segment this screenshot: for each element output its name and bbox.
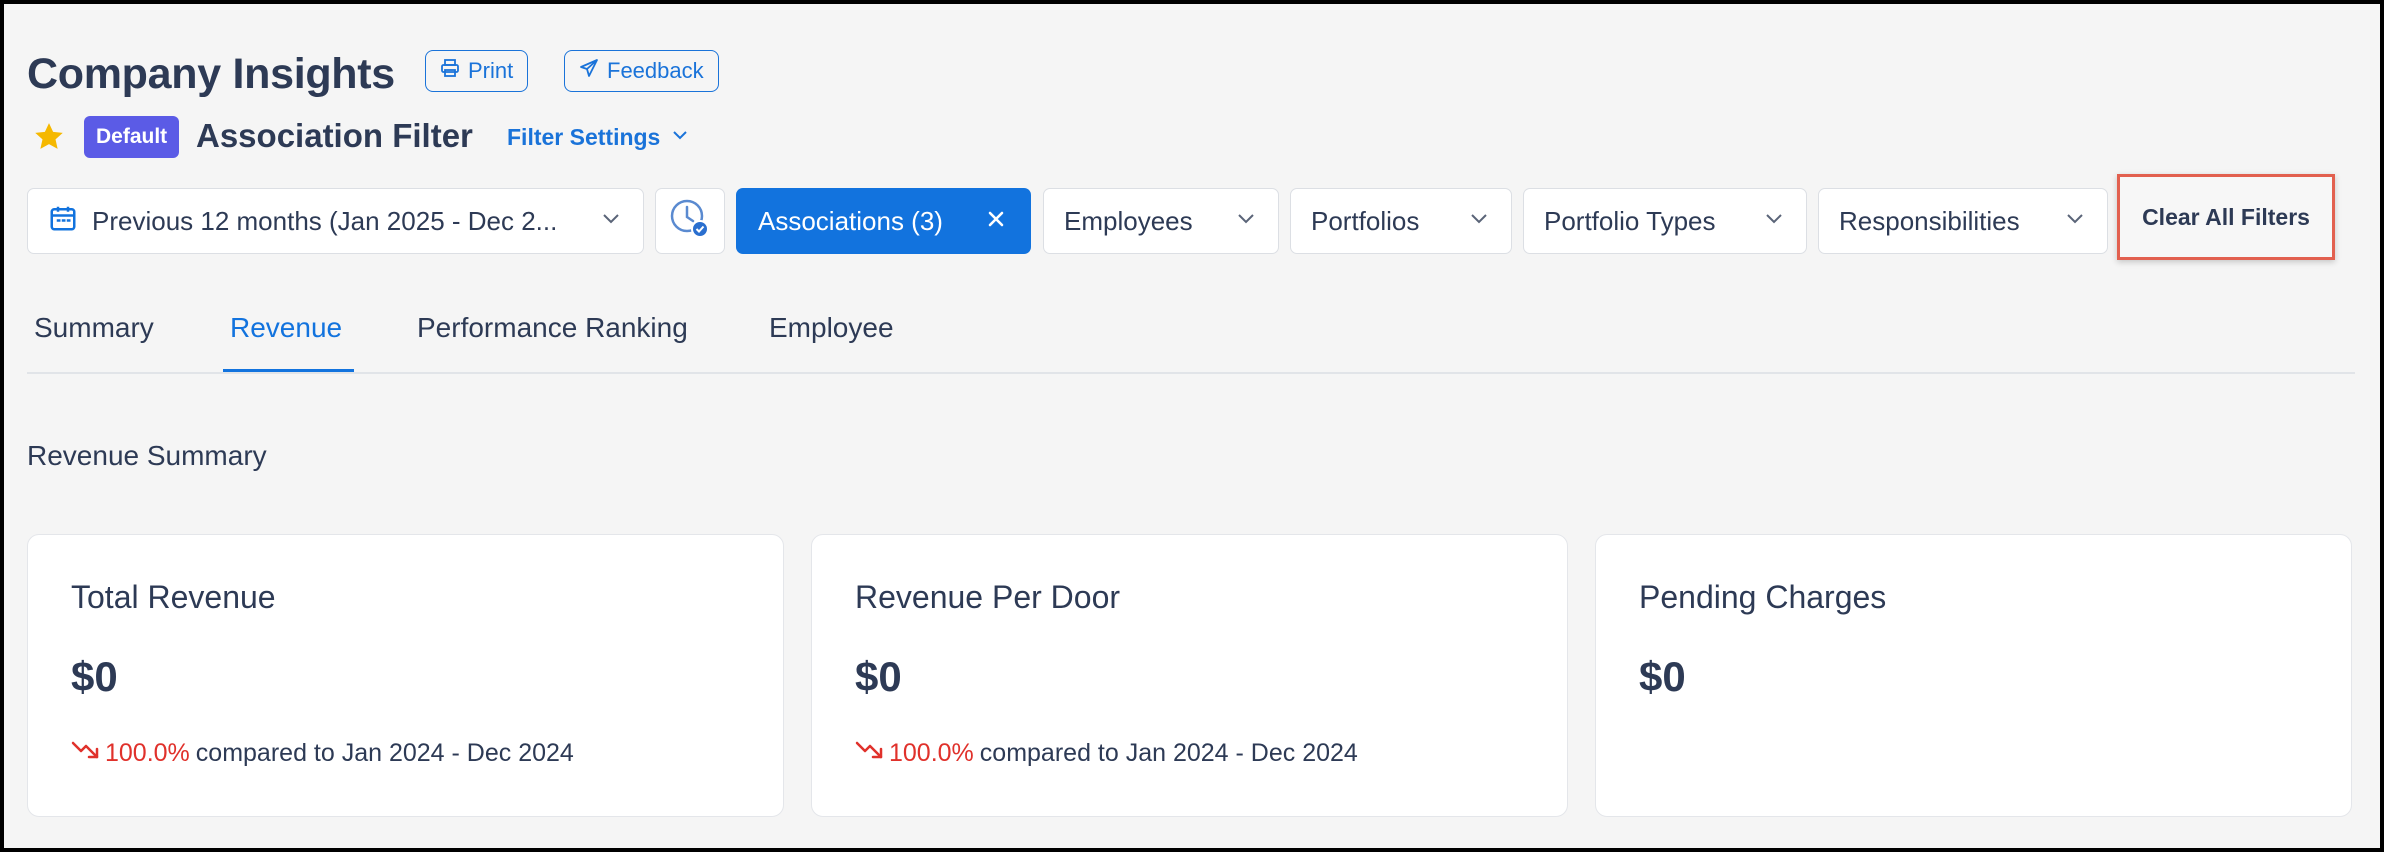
employees-dropdown[interactable]: Employees: [1043, 188, 1279, 254]
tab-summary[interactable]: Summary: [34, 312, 154, 344]
chevron-down-icon: [1234, 206, 1258, 237]
portfolio-types-label: Portfolio Types: [1544, 205, 1716, 236]
employees-label: Employees: [1064, 205, 1193, 236]
comparison-text: compared to Jan 2024 - Dec 2024: [195, 739, 574, 767]
filter-settings-label: Filter Settings: [507, 124, 661, 150]
date-history-button[interactable]: [655, 188, 725, 254]
card-title: Pending Charges: [1639, 579, 1887, 615]
clock-check-icon: [667, 196, 713, 247]
close-icon[interactable]: [985, 206, 1007, 237]
section-title: Revenue Summary: [27, 440, 267, 471]
revenue-per-door-card: Revenue Per Door $0 100.0% compared to J…: [811, 534, 1568, 817]
page-title: Company Insights: [27, 50, 395, 98]
print-button[interactable]: Print: [425, 50, 529, 92]
chevron-down-icon: [1467, 206, 1491, 237]
feedback-button[interactable]: Feedback: [564, 50, 719, 92]
printer-icon: [440, 58, 460, 84]
clear-all-filters-button[interactable]: Clear All Filters: [2117, 174, 2335, 260]
responsibilities-label: Responsibilities: [1839, 205, 2020, 236]
chevron-down-icon: [2063, 206, 2087, 237]
chevron-down-icon: [599, 206, 623, 237]
active-tab-indicator: [223, 369, 354, 372]
date-range-label: Previous 12 months (Jan 2025 - Dec 2...: [92, 205, 558, 236]
card-comparison: 100.0% compared to Jan 2024 - Dec 2024: [855, 739, 1358, 768]
chevron-down-icon: [670, 124, 690, 151]
responsibilities-dropdown[interactable]: Responsibilities: [1818, 188, 2108, 254]
chevron-down-icon: [1762, 206, 1786, 237]
trend-down-icon: [71, 739, 99, 768]
tab-performance-ranking[interactable]: Performance Ranking: [417, 312, 688, 344]
tab-revenue[interactable]: Revenue: [230, 312, 342, 344]
portfolios-label: Portfolios: [1311, 205, 1420, 236]
date-range-dropdown[interactable]: Previous 12 months (Jan 2025 - Dec 2...: [27, 188, 644, 254]
card-title: Revenue Per Door: [855, 579, 1121, 615]
send-icon: [579, 58, 599, 84]
print-label: Print: [468, 58, 514, 83]
default-badge: Default: [84, 116, 180, 158]
pending-charges-card: Pending Charges $0: [1595, 534, 2352, 817]
total-revenue-card: Total Revenue $0 100.0% compared to Jan …: [27, 534, 784, 817]
card-value: $0: [1639, 653, 1686, 700]
app-frame: Company Insights Print Feedback Default …: [4, 4, 2380, 848]
card-title: Total Revenue: [71, 579, 276, 615]
trend-down-icon: [855, 739, 883, 768]
portfolios-dropdown[interactable]: Portfolios: [1290, 188, 1512, 254]
star-icon[interactable]: [32, 120, 66, 159]
card-value: $0: [71, 653, 118, 700]
card-value: $0: [855, 653, 902, 700]
calendar-icon: [48, 203, 78, 240]
feedback-label: Feedback: [607, 58, 704, 83]
comparison-text: compared to Jan 2024 - Dec 2024: [979, 739, 1358, 767]
associations-chip-label: Associations (3): [758, 205, 943, 236]
change-percent: 100.0%: [105, 739, 190, 767]
tabs-divider: [27, 372, 2355, 374]
portfolio-types-dropdown[interactable]: Portfolio Types: [1523, 188, 1807, 254]
associations-filter-chip[interactable]: Associations (3): [736, 188, 1031, 254]
change-percent: 100.0%: [889, 739, 974, 767]
card-comparison: 100.0% compared to Jan 2024 - Dec 2024: [71, 739, 574, 768]
filter-name: Association Filter: [196, 117, 473, 154]
filter-settings-dropdown[interactable]: Filter Settings: [507, 124, 690, 151]
tab-employee[interactable]: Employee: [769, 312, 894, 344]
